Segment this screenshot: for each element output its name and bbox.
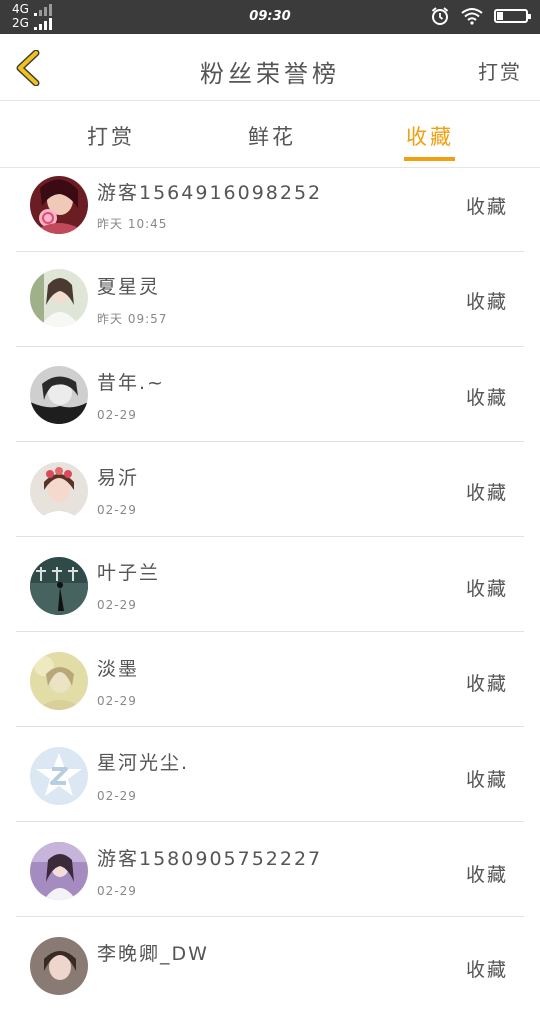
avatar bbox=[30, 176, 88, 234]
fan-action-label: 收藏 bbox=[465, 578, 508, 600]
tab-favorites[interactable]: 收藏 bbox=[406, 121, 454, 151]
avatar bbox=[30, 937, 88, 995]
fan-time: 02-29 bbox=[97, 408, 137, 422]
fan-name: 易沂 bbox=[97, 467, 140, 489]
page-title: 粉丝荣誉榜 bbox=[200, 60, 340, 88]
fan-time: 02-29 bbox=[97, 598, 137, 612]
fan-name: 叶子兰 bbox=[97, 562, 161, 584]
list-item[interactable]: 游客1564916098252 昨天 10:45 收藏 bbox=[0, 168, 540, 252]
fan-action-label: 收藏 bbox=[465, 482, 508, 504]
reward-button[interactable]: 打赏 bbox=[478, 56, 522, 85]
tab-bar: 打赏 鲜花 收藏 bbox=[0, 101, 540, 168]
wifi-icon bbox=[461, 8, 483, 25]
fan-name: 游客1580905752227 bbox=[97, 848, 323, 870]
fan-action-label: 收藏 bbox=[465, 387, 508, 409]
fan-action-label: 收藏 bbox=[465, 959, 508, 981]
avatar bbox=[30, 652, 88, 710]
list-item[interactable]: 淡墨 02-29 收藏 bbox=[0, 632, 540, 727]
avatar bbox=[30, 842, 88, 900]
fan-time: 昨天 10:45 bbox=[97, 217, 168, 231]
fan-action-label: 收藏 bbox=[465, 673, 508, 695]
list-item[interactable]: 星河光尘. 02-29 收藏 bbox=[0, 727, 540, 822]
battery-icon bbox=[494, 9, 531, 23]
fan-name: 星河光尘. bbox=[97, 752, 190, 774]
list-item[interactable]: 游客1580905752227 02-29 收藏 bbox=[0, 822, 540, 917]
tab-reward[interactable]: 打赏 bbox=[87, 121, 135, 151]
fan-name: 夏星灵 bbox=[97, 276, 161, 298]
alarm-icon bbox=[431, 7, 449, 25]
fan-action-label: 收藏 bbox=[465, 864, 508, 886]
fan-time: 02-29 bbox=[97, 884, 137, 898]
fan-name: 昔年.~ bbox=[97, 372, 165, 394]
fan-name: 游客1564916098252 bbox=[97, 182, 323, 204]
fan-action-label: 收藏 bbox=[465, 769, 508, 791]
fan-time: 02-29 bbox=[97, 789, 137, 803]
status-bar: 4G 2G 09:30 bbox=[0, 0, 540, 34]
header-bar: 粉丝荣誉榜 打赏 bbox=[0, 34, 540, 101]
fan-name: 李晚卿_DW bbox=[97, 943, 209, 965]
fan-time: 02-29 bbox=[97, 694, 137, 708]
avatar bbox=[30, 557, 88, 615]
list-item[interactable]: 李晚卿_DW 收藏 bbox=[0, 917, 540, 1012]
active-tab-indicator bbox=[404, 157, 455, 161]
avatar bbox=[30, 747, 88, 805]
avatar bbox=[30, 269, 88, 327]
list-item[interactable]: 夏星灵 昨天 09:57 收藏 bbox=[0, 252, 540, 347]
list-item[interactable]: 昔年.~ 02-29 收藏 bbox=[0, 347, 540, 442]
avatar bbox=[30, 366, 88, 424]
avatar bbox=[30, 462, 88, 520]
fan-list: 游客1564916098252 昨天 10:45 收藏 夏星灵 昨天 09:57… bbox=[0, 168, 540, 1012]
list-item[interactable]: 叶子兰 02-29 收藏 bbox=[0, 537, 540, 632]
list-item[interactable]: 易沂 02-29 收藏 bbox=[0, 442, 540, 537]
fan-action-label: 收藏 bbox=[465, 291, 508, 313]
fan-name: 淡墨 bbox=[97, 658, 140, 680]
fan-action-label: 收藏 bbox=[465, 196, 508, 218]
fan-time: 02-29 bbox=[97, 503, 137, 517]
tab-flowers[interactable]: 鲜花 bbox=[248, 121, 296, 151]
fan-time: 昨天 09:57 bbox=[97, 312, 168, 326]
